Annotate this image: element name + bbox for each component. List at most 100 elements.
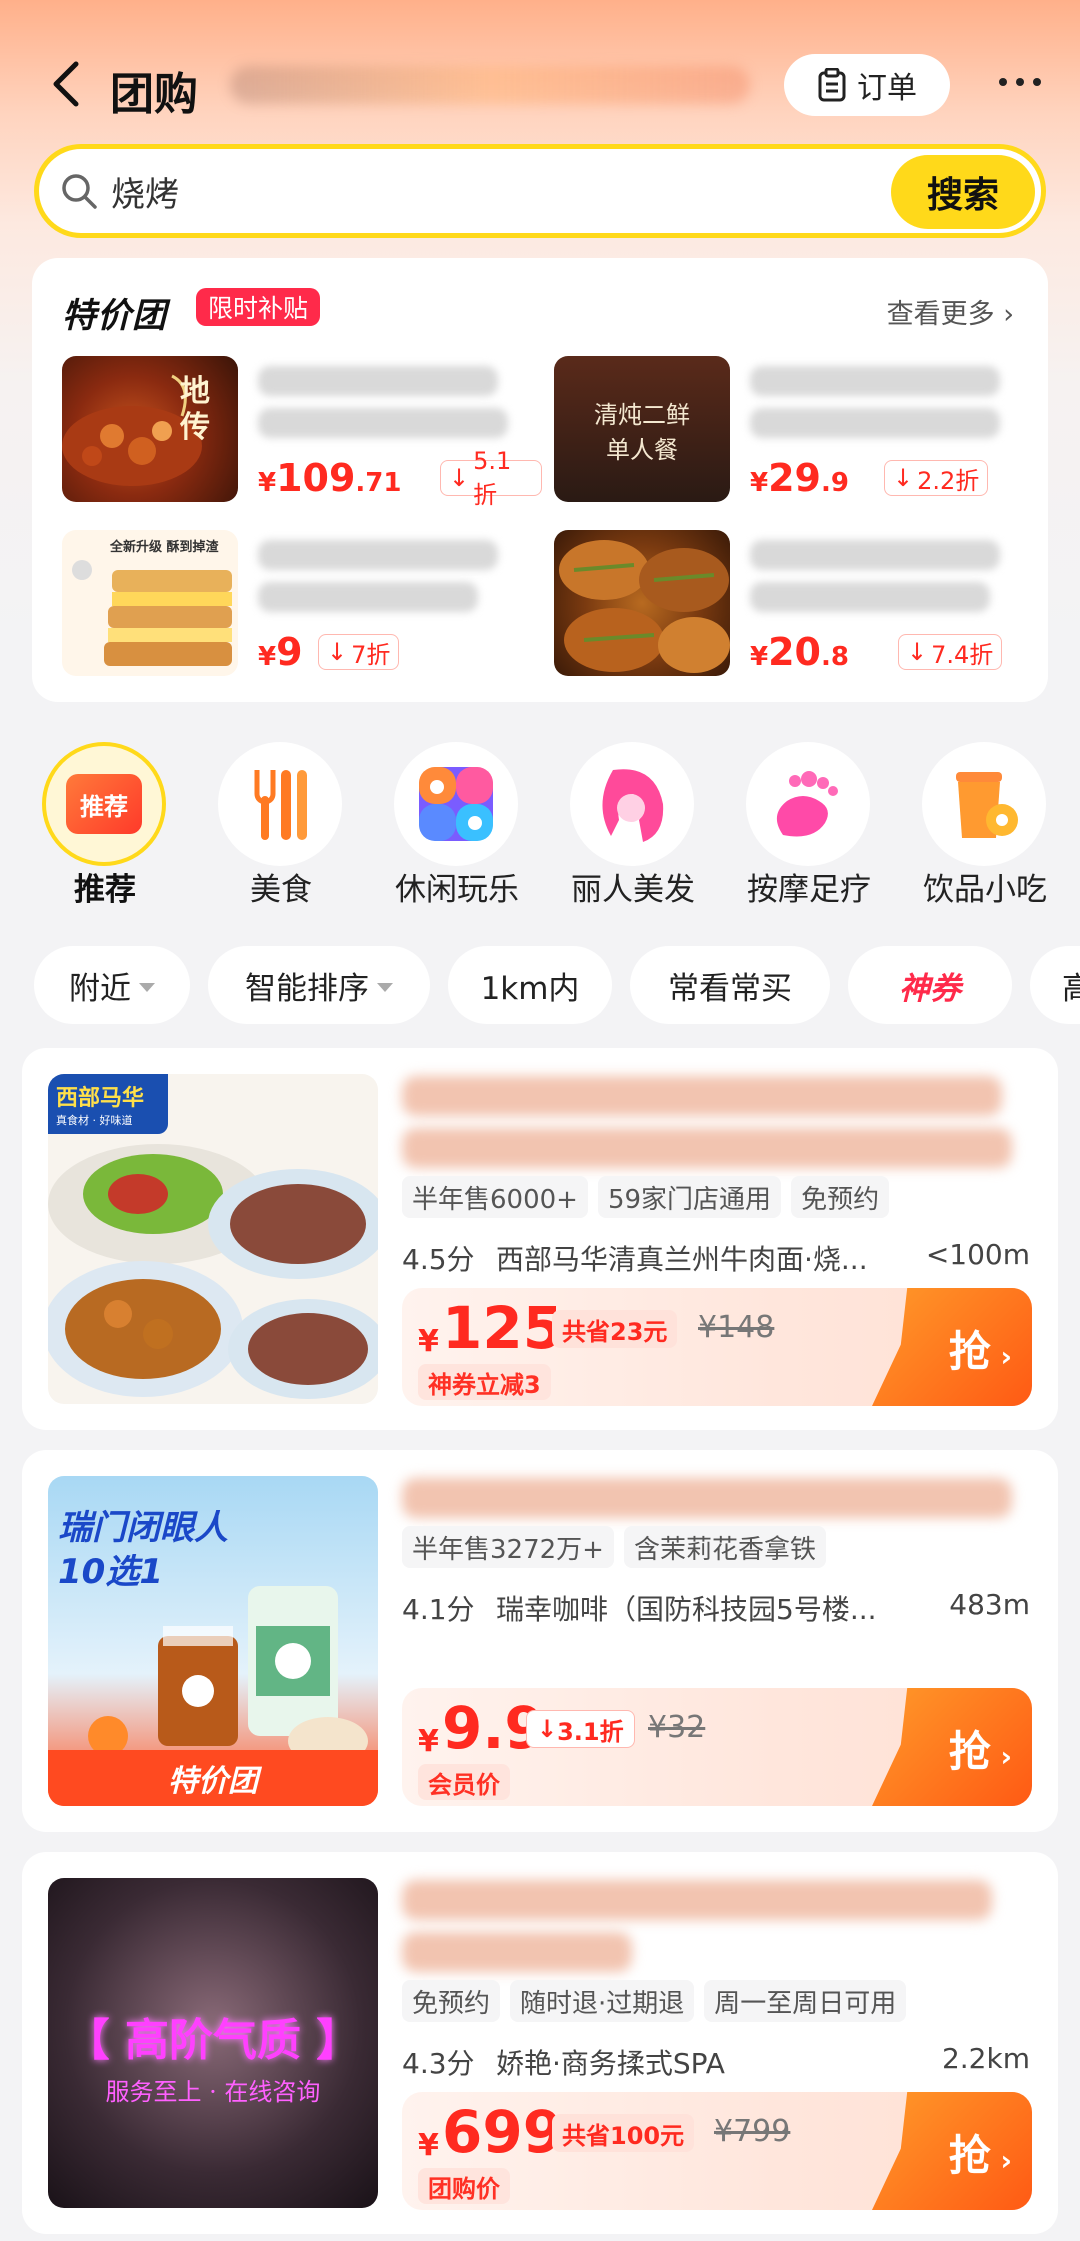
grab-button-label[interactable]: 抢 › xyxy=(949,1718,1012,1779)
chevron-right-icon: › xyxy=(990,2144,1012,2177)
filter-smart-sort[interactable]: 智能排序 xyxy=(208,946,430,1024)
category-label: 美食 xyxy=(250,872,312,908)
deal-thumbnail: 清炖二鲜 单人餐 xyxy=(554,356,730,502)
search-bar: 搜索 xyxy=(34,144,1046,238)
tag: 59家门店通用 xyxy=(597,1176,782,1218)
deal-thumbnail xyxy=(554,530,730,676)
savings-badge: 共省23元 xyxy=(552,1310,678,1348)
filter-within-1km[interactable]: 1km内 xyxy=(448,946,612,1024)
foot-massage-icon xyxy=(746,742,870,866)
deal-listing[interactable]: 瑞门闭眼人 10选1 特价团 半年售3272万+ 含茉莉花香拿铁 4.1分 瑞幸… xyxy=(22,1450,1058,1832)
fork-knife-icon xyxy=(218,742,342,866)
search-input[interactable] xyxy=(111,167,811,215)
orders-button[interactable]: 订单 xyxy=(784,54,950,116)
deal-item[interactable]: ¥20.8 ↓ 7.4折 xyxy=(554,530,1034,680)
dropdown-triangle-icon xyxy=(377,982,393,992)
leisure-icon xyxy=(394,742,518,866)
discount-badge: ↓ 5.1折 xyxy=(440,447,542,509)
back-arrow-icon[interactable] xyxy=(42,54,92,114)
blurred-location-banner xyxy=(230,66,750,104)
distance: 483m xyxy=(949,1588,1030,1621)
listing-price: 699 xyxy=(442,2098,564,2166)
category-label: 推荐 xyxy=(74,872,136,908)
deal-item[interactable]: 全新升级 酥到掉渣 ¥9 ↓ 7折 xyxy=(62,530,542,680)
coupon-label: 神券立减3 xyxy=(418,1364,551,1400)
filter-super-coupon[interactable]: 神券 xyxy=(848,946,1012,1024)
more-options-icon[interactable] xyxy=(990,62,1050,102)
category-label: 饮品小吃 xyxy=(923,872,1047,908)
category-label: 按摩足疗 xyxy=(747,872,871,908)
filter-bar: 附近 智能排序 1km内 常看常买 神券 高 xyxy=(0,946,1080,1028)
chevron-right-icon: › xyxy=(1003,299,1014,330)
special-deals-logo: 特价团 xyxy=(62,296,167,336)
filter-more[interactable]: 高 xyxy=(1030,946,1080,1024)
category-recommend[interactable]: 推荐 推荐 xyxy=(20,738,180,908)
original-price: ¥799 xyxy=(714,2114,791,2149)
deal-listing[interactable]: 西部马华 真食材 · 好味道 半年售6000+ 59家门店通用 免预约 4.5分… xyxy=(22,1048,1058,1430)
discount-badge: ↓ 3.1折 xyxy=(526,1710,635,1748)
original-price: ¥148 xyxy=(698,1310,775,1345)
page-title: 团购 xyxy=(110,69,198,120)
shop-name: 娇艳·商务揉式SPA xyxy=(496,2047,725,2080)
deal-price: ¥109.71 xyxy=(258,456,402,500)
filter-frequent[interactable]: 常看常买 xyxy=(630,946,830,1024)
search-button[interactable]: 搜索 xyxy=(891,155,1035,229)
deal-thumbnail-text: 全新升级 酥到掉渣 xyxy=(110,540,219,555)
price-box: ¥ 125 共省23元 ¥148 神券立减3 抢 › xyxy=(402,1288,1032,1406)
rating-score: 4.5分 xyxy=(402,1243,475,1276)
top-nav-bar: 团购 订单 xyxy=(0,40,1080,130)
deal-thumbnail: 全新升级 酥到掉渣 xyxy=(62,530,238,676)
listing-tags: 半年售3272万+ 含茉莉花香拿铁 xyxy=(402,1526,826,1568)
tag: 周一至周日可用 xyxy=(704,1980,907,2022)
deal-thumbnail: 地 传 xyxy=(62,356,238,502)
category-leisure[interactable]: 休闲玩乐 xyxy=(372,738,532,908)
deal-price: ¥9 xyxy=(258,630,303,674)
discount-badge: ↓ 7折 xyxy=(318,634,400,670)
orders-button-label: 订单 xyxy=(857,71,917,106)
category-label: 休闲玩乐 xyxy=(395,872,519,908)
deal-price: ¥29.9 xyxy=(750,456,849,500)
category-drinks[interactable]: 饮品小吃 xyxy=(900,738,1060,908)
category-label: 丽人美发 xyxy=(571,872,695,908)
price-box: ¥ 699 共省100元 ¥799 团购价 抢 › xyxy=(402,2092,1032,2210)
filter-nearby[interactable]: 附近 xyxy=(34,946,190,1024)
tag: 随时退·过期退 xyxy=(510,1980,695,2022)
category-row: 推荐 推荐 美食 休闲玩乐 丽人美发 按摩足疗 饮品小吃 xyxy=(0,738,1080,918)
rating-score: 4.3分 xyxy=(402,2047,475,2080)
chevron-right-icon: › xyxy=(990,1340,1012,1373)
view-more-label: 查看更多 xyxy=(886,299,995,330)
listing-tags: 半年售6000+ 59家门店通用 免预约 xyxy=(402,1176,890,1218)
deal-listing[interactable]: 【 高阶气质 】 服务至上 · 在线咨询 免预约 随时退·过期退 周一至周日可用… xyxy=(22,1852,1058,2234)
deal-thumbnail-text: 地 传 xyxy=(180,374,210,445)
chevron-right-icon: › xyxy=(990,1740,1012,1773)
down-arrow-icon: ↓ xyxy=(907,638,928,666)
down-arrow-icon: ↓ xyxy=(893,464,914,492)
view-more-link[interactable]: 查看更多 › xyxy=(887,292,1014,331)
category-beauty[interactable]: 丽人美发 xyxy=(548,738,708,908)
tag: 免预约 xyxy=(402,1980,501,2022)
search-icon xyxy=(62,174,97,209)
price-box: ¥ 9.9 ↓ 3.1折 ¥32 会员价 抢 › xyxy=(402,1688,1032,1806)
deal-price: ¥20.8 xyxy=(750,630,849,674)
tag: 免预约 xyxy=(791,1176,890,1218)
listing-image: 【 高阶气质 】 服务至上 · 在线咨询 xyxy=(48,1878,378,2208)
recommend-icon: 推荐 xyxy=(42,742,166,866)
grab-button-label[interactable]: 抢 › xyxy=(949,1318,1012,1379)
listing-image-title: 【 高阶气质 】 xyxy=(65,2015,361,2066)
deal-item[interactable]: 清炖二鲜 单人餐 ¥29.9 ↓ 2.2折 xyxy=(554,356,1034,506)
down-arrow-icon: ↓ xyxy=(327,638,348,666)
dropdown-triangle-icon xyxy=(139,982,155,992)
member-price-label: 会员价 xyxy=(418,1764,510,1800)
down-arrow-icon: ↓ xyxy=(537,1715,558,1743)
category-food[interactable]: 美食 xyxy=(196,738,356,908)
category-massage[interactable]: 按摩足疗 xyxy=(724,738,884,908)
savings-badge: 共省100元 xyxy=(552,2114,695,2152)
distance: 2.2km xyxy=(941,2042,1030,2075)
grab-button-label[interactable]: 抢 › xyxy=(949,2122,1012,2183)
deal-item[interactable]: 地 传 ¥109.71 ↓ 5.1折 xyxy=(62,356,542,509)
tag: 含茉莉花香拿铁 xyxy=(623,1526,826,1568)
listing-tags: 免预约 随时退·过期退 周一至周日可用 xyxy=(402,1980,907,2022)
brand-logo-badge: 西部马华 真食材 · 好味道 xyxy=(48,1074,168,1134)
down-arrow-icon: ↓ xyxy=(449,464,470,492)
limited-subsidy-badge: 限时补贴 xyxy=(196,288,321,326)
